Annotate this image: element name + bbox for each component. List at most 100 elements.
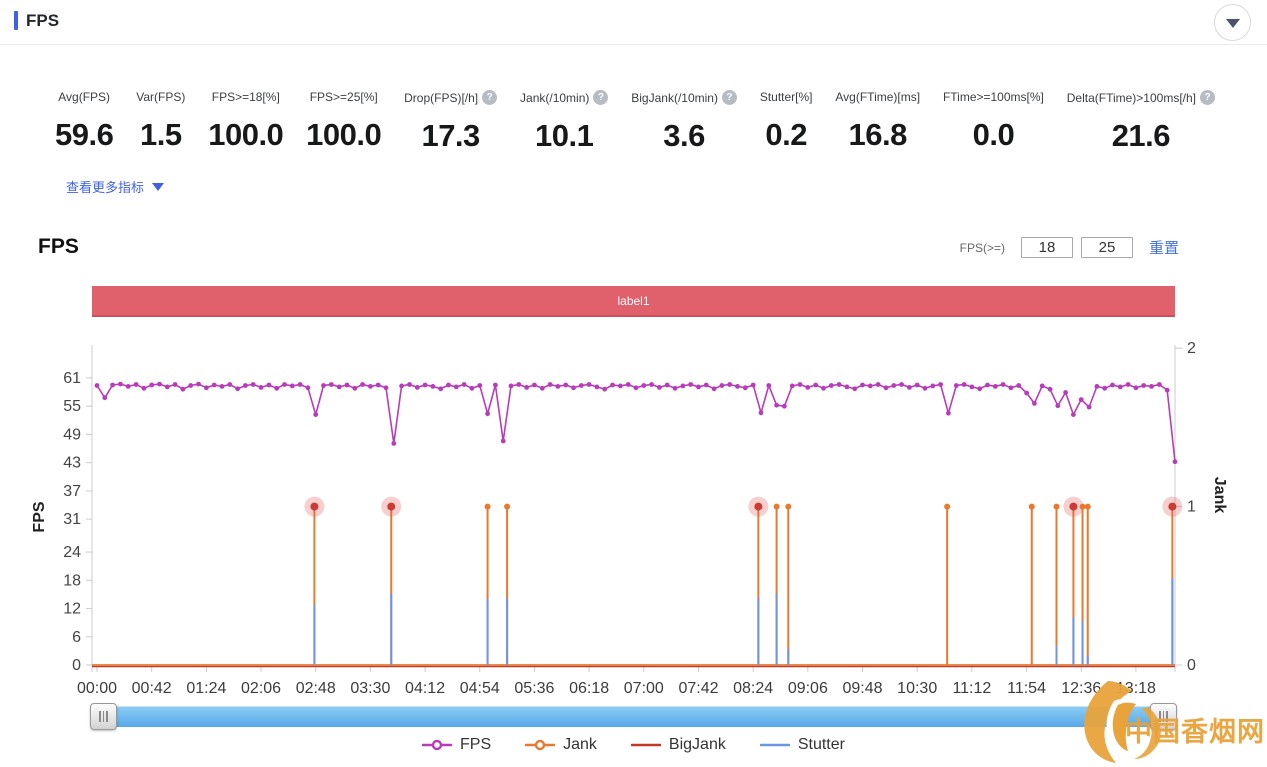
stat-label-text: FPS>=25[%] xyxy=(310,90,378,104)
stat-item: Avg(FTime)[ms] 16.8 xyxy=(835,90,920,154)
stat-label: FPS>=25[%] xyxy=(310,90,378,104)
svg-text:12: 12 xyxy=(63,601,81,618)
svg-text:49: 49 xyxy=(63,426,81,443)
svg-text:09:48: 09:48 xyxy=(842,680,882,697)
stat-label-text: Avg(FTime)[ms] xyxy=(835,90,920,104)
stat-value: 0.0 xyxy=(973,117,1015,153)
fps-threshold-label: FPS(>=) xyxy=(960,241,1005,255)
view-more-metrics-link[interactable]: 查看更多指标 xyxy=(66,177,164,196)
stat-item: Delta(FTime)>100ms[/h]? 21.6 xyxy=(1067,90,1215,154)
stat-label-text: Drop(FPS)[/h] xyxy=(404,91,478,105)
legend-stutter-swatch-icon xyxy=(760,738,790,752)
fps-threshold-input-2[interactable] xyxy=(1081,237,1133,258)
stat-value: 16.8 xyxy=(849,117,907,153)
fps-threshold-controls: FPS(>=) 重置 xyxy=(960,237,1179,258)
chart-section-title: FPS xyxy=(38,235,79,259)
stat-label-text: Delta(FTime)>100ms[/h] xyxy=(1067,91,1196,105)
watermark-text: 中国香烟网 xyxy=(1125,710,1265,749)
svg-text:11:12: 11:12 xyxy=(952,680,991,697)
header-accent-bar xyxy=(14,11,18,30)
stat-item: Avg(FPS) 59.6 xyxy=(55,90,113,154)
svg-text:0: 0 xyxy=(1187,657,1196,674)
stat-label: FPS>=18[%] xyxy=(212,90,280,104)
reset-button[interactable]: 重置 xyxy=(1149,237,1179,258)
stat-value: 100.0 xyxy=(306,117,381,153)
legend-jank-swatch-icon xyxy=(525,738,555,752)
stat-label-text: Var(FPS) xyxy=(136,90,185,104)
svg-text:02:48: 02:48 xyxy=(296,680,336,697)
svg-text:01:24: 01:24 xyxy=(186,680,226,697)
collapse-panel-button[interactable] xyxy=(1214,4,1251,41)
stat-value: 17.3 xyxy=(421,118,479,154)
svg-text:6: 6 xyxy=(72,629,81,646)
stat-label: Avg(FTime)[ms] xyxy=(835,90,920,104)
svg-text:FPS: FPS xyxy=(31,501,48,532)
stat-value: 10.1 xyxy=(535,118,593,154)
stat-label: Stutter[%] xyxy=(760,90,813,104)
legend-label: BigJank xyxy=(669,736,726,754)
stat-value: 1.5 xyxy=(140,117,182,153)
svg-text:1: 1 xyxy=(1187,499,1196,516)
annotation-band-label: label1 xyxy=(617,294,649,308)
stat-label-text: Stutter[%] xyxy=(760,90,813,104)
legend-bigjank-swatch-icon xyxy=(631,738,661,752)
legend-item-fps[interactable]: FPS xyxy=(422,736,491,754)
chart-legend: FPS Jank BigJank Stutter xyxy=(0,736,1267,754)
svg-text:07:00: 07:00 xyxy=(624,680,664,697)
legend-item-bigjank[interactable]: BigJank xyxy=(631,736,726,754)
stat-label: BigJank(/10min)? xyxy=(631,90,737,105)
svg-text:43: 43 xyxy=(63,455,81,472)
help-icon[interactable]: ? xyxy=(722,90,737,105)
svg-text:18: 18 xyxy=(63,572,81,589)
chart-scrollbar-track[interactable] xyxy=(92,706,1175,727)
view-more-metrics-label: 查看更多指标 xyxy=(66,177,144,196)
chevron-down-icon xyxy=(1226,19,1240,28)
svg-text:09:06: 09:06 xyxy=(788,680,828,697)
scrollbar-left-handle[interactable] xyxy=(90,703,117,730)
stat-item: FTime>=100ms[%] 0.0 xyxy=(943,90,1044,154)
stat-item: Var(FPS) 1.5 xyxy=(136,90,185,154)
stat-label: Drop(FPS)[/h]? xyxy=(404,90,497,105)
stat-label: Avg(FPS) xyxy=(58,90,110,104)
svg-text:55: 55 xyxy=(63,398,81,415)
stat-item: FPS>=18[%]100.0 xyxy=(208,90,283,154)
svg-text:31: 31 xyxy=(63,511,81,528)
legend-item-stutter[interactable]: Stutter xyxy=(760,736,845,754)
fps-report-page: FPS Avg(FPS)59.6Var(FPS)1.5FPS>=18[%]100… xyxy=(0,0,1267,767)
svg-text:03:30: 03:30 xyxy=(350,680,390,697)
legend-item-jank[interactable]: Jank xyxy=(525,736,597,754)
fps-threshold-input-1[interactable] xyxy=(1021,237,1073,258)
svg-text:04:54: 04:54 xyxy=(460,680,500,697)
help-icon[interactable]: ? xyxy=(482,90,497,105)
svg-text:08:24: 08:24 xyxy=(733,680,773,697)
svg-text:00:42: 00:42 xyxy=(132,680,172,697)
stat-label-text: FPS>=18[%] xyxy=(212,90,280,104)
stat-label-text: BigJank(/10min) xyxy=(631,91,718,105)
stat-value: 59.6 xyxy=(55,117,113,153)
help-icon[interactable]: ? xyxy=(1200,90,1215,105)
annotation-band: label1 xyxy=(92,286,1175,317)
stat-label-text: Avg(FPS) xyxy=(58,90,110,104)
legend-label: Jank xyxy=(563,736,597,754)
stat-value: 0.2 xyxy=(765,117,807,153)
stats-row: Avg(FPS)59.6Var(FPS)1.5FPS>=18[%]100.0FP… xyxy=(55,90,1215,154)
fps-chart-plot[interactable]: 06121824313743495561012FPSJank00:0000:42… xyxy=(0,330,1267,702)
svg-text:0: 0 xyxy=(72,657,81,674)
help-icon[interactable]: ? xyxy=(593,90,608,105)
stat-value: 21.6 xyxy=(1112,118,1170,154)
stat-label-text: FTime>=100ms[%] xyxy=(943,90,1044,104)
svg-text:2: 2 xyxy=(1187,340,1196,357)
svg-text:02:06: 02:06 xyxy=(241,680,281,697)
legend-label: Stutter xyxy=(798,736,845,754)
triangle-down-icon xyxy=(152,183,164,191)
svg-text:11:54: 11:54 xyxy=(1007,680,1046,697)
svg-text:00:00: 00:00 xyxy=(77,680,117,697)
svg-text:06:18: 06:18 xyxy=(569,680,609,697)
svg-text:07:42: 07:42 xyxy=(678,680,718,697)
svg-text:13:18: 13:18 xyxy=(1116,680,1156,697)
svg-text:04:12: 04:12 xyxy=(405,680,445,697)
stat-item: Stutter[%] 0.2 xyxy=(760,90,813,154)
stat-label: Jank(/10min)? xyxy=(520,90,608,105)
svg-text:61: 61 xyxy=(63,370,81,387)
page-title: FPS xyxy=(26,11,59,31)
